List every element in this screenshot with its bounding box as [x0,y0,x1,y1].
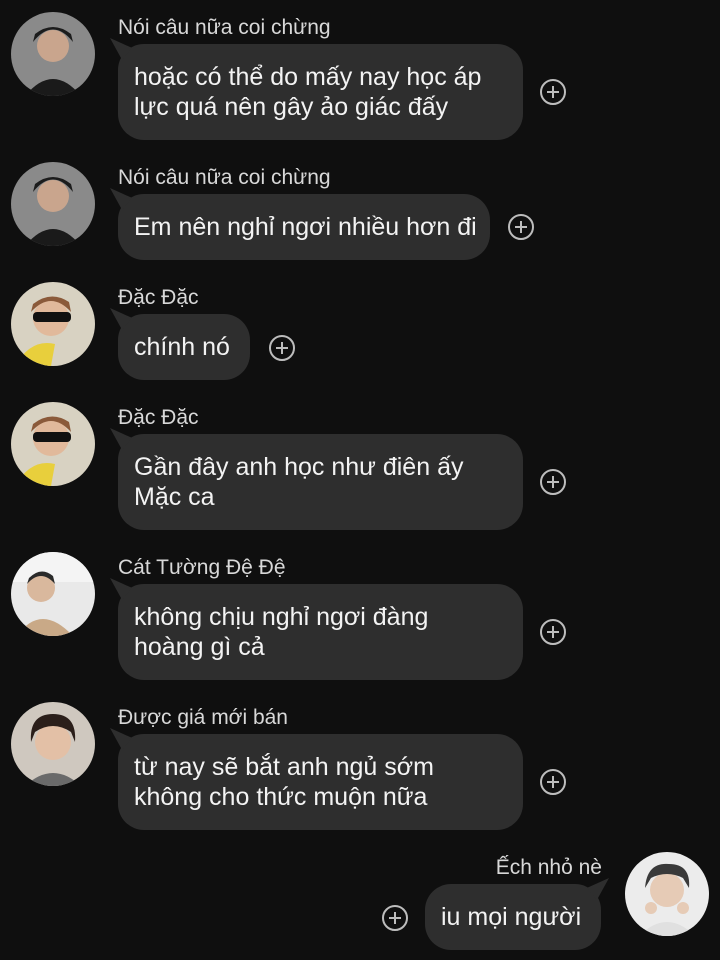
message-line: chính nó [134,333,230,361]
message-bubble[interactable]: Em nên nghỉ ngơi nhiều hơn đi [118,194,490,260]
message-bubble[interactable]: Gần đây anh học như điên ấy Mặc ca [118,434,523,530]
message-line: từ nay sẽ bắt anh ngủ sớm [134,753,434,781]
message-bubble[interactable]: không chịu nghỉ ngơi đàng hoàng gì cả [118,584,523,680]
message-line: Gần đây anh học như điên ấy [134,453,464,481]
avatar-dac-dac[interactable] [11,282,95,366]
avatar-duoc-gia[interactable] [11,702,95,786]
message-line: hoàng gì cả [134,633,265,661]
add-reaction-icon[interactable] [269,335,295,361]
add-reaction-icon[interactable] [540,469,566,495]
message-line: Mặc ca [134,483,215,511]
sender-name: Được giá mới bán [118,706,288,729]
message-line: không cho thức muộn nữa [134,783,428,811]
message-line: hoặc có thể do mấy nay học áp [134,63,482,91]
add-reaction-icon[interactable] [540,769,566,795]
message-line: lực quá nên gây ảo giác đấy [134,93,449,121]
add-reaction-icon[interactable] [540,619,566,645]
add-reaction-icon[interactable] [382,905,408,931]
message-line: không chịu nghỉ ngơi đàng [134,603,429,631]
sender-name: Đặc Đặc [118,286,199,309]
avatar-dac-dac[interactable] [11,402,95,486]
message-bubble[interactable]: chính nó [118,314,250,380]
sender-name: Nói câu nữa coi chừng [118,16,331,39]
sender-name: Ếch nhỏ nè [495,856,602,879]
avatar-cat-tuong[interactable] [11,552,95,636]
sender-name: Nói câu nữa coi chừng [118,166,331,189]
message-bubble[interactable]: hoặc có thể do mấy nay học áp lực quá nê… [118,44,523,140]
avatar-noi-cau-nua[interactable] [11,12,95,96]
avatar-noi-cau-nua[interactable] [11,162,95,246]
sender-name: Đặc Đặc [118,406,199,429]
message-bubble[interactable]: từ nay sẽ bắt anh ngủ sớm không cho thức… [118,734,523,830]
message-bubble[interactable]: iu mọi người [425,884,601,950]
add-reaction-icon[interactable] [508,214,534,240]
avatar-ech-nho[interactable] [625,852,709,936]
add-reaction-icon[interactable] [540,79,566,105]
message-line: Em nên nghỉ ngơi nhiều hơn đi [134,213,477,241]
sender-name: Cát Tường Đệ Đệ [118,556,286,579]
message-line: iu mọi người [441,903,582,931]
